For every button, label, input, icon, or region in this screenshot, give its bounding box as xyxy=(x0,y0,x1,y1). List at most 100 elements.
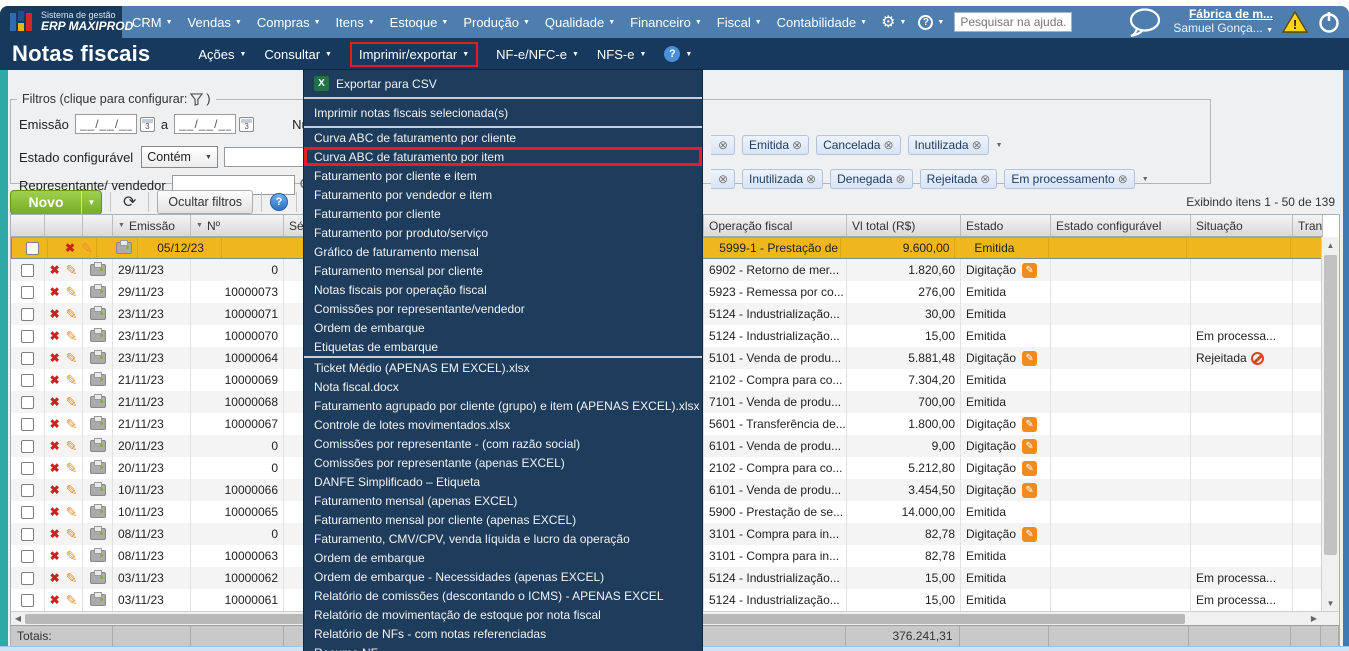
refresh-icon[interactable]: ⟳ xyxy=(119,192,140,212)
row-checkbox[interactable] xyxy=(21,461,34,475)
menu-item[interactable]: Faturamento por cliente xyxy=(304,204,702,223)
edit-icon[interactable]: ✎ xyxy=(66,328,78,345)
chat-bubble-icon[interactable] xyxy=(1126,7,1164,37)
top-nav-item-compras[interactable]: Compras ▼ xyxy=(257,15,321,30)
printer-icon[interactable] xyxy=(115,240,132,254)
filter-chip[interactable]: Inutilizada ⊗ xyxy=(907,135,989,155)
top-nav-item-itens[interactable]: Itens ▼ xyxy=(336,15,375,30)
top-nav-item-fiscal[interactable]: Fiscal ▼ xyxy=(717,15,762,30)
help-menu[interactable]: ? ▼ xyxy=(918,14,944,30)
edit-icon[interactable]: ✎ xyxy=(66,262,78,279)
filters-legend[interactable]: Filtros (clique para configurar: ) xyxy=(17,92,216,106)
delete-icon[interactable]: ✖ xyxy=(50,395,60,409)
delete-icon[interactable]: ✖ xyxy=(50,439,60,453)
page-menu-consultar[interactable]: Consultar ▼ xyxy=(264,47,332,62)
new-button-dropdown[interactable]: ▼ xyxy=(81,190,101,214)
printer-icon[interactable] xyxy=(89,328,106,342)
top-nav-item-contabilidade[interactable]: Contabilidade ▼ xyxy=(777,15,867,30)
warning-icon[interactable]: ! xyxy=(1282,10,1308,34)
filter-chip[interactable]: Emitida ⊗ xyxy=(742,135,810,155)
account-link[interactable]: Fábrica de m... xyxy=(1173,7,1273,22)
menu-item[interactable]: Imprimir notas fiscais selecionada(s) xyxy=(304,99,702,126)
top-nav-item-financeiro[interactable]: Financeiro ▼ xyxy=(630,15,702,30)
top-nav-item-qualidade[interactable]: Qualidade ▼ xyxy=(545,15,615,30)
printer-icon[interactable] xyxy=(89,438,106,452)
delete-icon[interactable]: ✖ xyxy=(50,351,60,365)
scroll-left-icon[interactable]: ◀ xyxy=(11,612,25,625)
menu-item[interactable]: Relatório de NFs - com notas referenciad… xyxy=(304,624,702,643)
menu-item[interactable]: Curva ABC de faturamento por cliente xyxy=(304,128,702,147)
edit-icon[interactable]: ✎ xyxy=(66,350,78,367)
delete-icon[interactable]: ✖ xyxy=(50,417,60,431)
page-menu-imprimir-exportar[interactable]: Imprimir/exportar ▼ xyxy=(349,41,479,67)
row-checkbox[interactable] xyxy=(21,527,34,541)
edit-icon[interactable]: ✎ xyxy=(66,482,78,499)
row-checkbox[interactable] xyxy=(21,263,34,277)
delete-icon[interactable]: ✖ xyxy=(50,571,60,585)
row-checkbox[interactable] xyxy=(25,241,39,255)
vertical-scroll-thumb[interactable] xyxy=(1324,255,1337,555)
top-nav-item-crm[interactable]: CRM ▼ xyxy=(132,15,173,30)
menu-item[interactable]: Ordem de embarque - Necessidades (apenas… xyxy=(304,567,702,586)
printer-icon[interactable] xyxy=(89,372,106,386)
delete-icon[interactable]: ✖ xyxy=(50,527,60,541)
delete-icon[interactable]: ✖ xyxy=(50,329,60,343)
row-checkbox[interactable] xyxy=(21,549,34,563)
menu-item[interactable]: Comissões por representante (apenas EXCE… xyxy=(304,453,702,472)
help-search-input[interactable] xyxy=(954,12,1073,32)
col-header-n-[interactable]: ▼ Nº xyxy=(191,215,284,237)
calendar-icon[interactable] xyxy=(239,116,255,132)
page-menu-nfs-e[interactable]: NFS-e ▼ xyxy=(597,47,647,62)
calendar-icon[interactable] xyxy=(139,116,155,132)
chip-remove-icon[interactable]: ⊗ xyxy=(806,172,816,186)
hide-filters-button[interactable]: Ocultar filtros xyxy=(157,190,254,214)
chip-remove-icon[interactable]: ⊗ xyxy=(883,138,893,152)
delete-icon[interactable]: ✖ xyxy=(50,263,60,277)
delete-icon[interactable]: ✖ xyxy=(50,373,60,387)
edit-icon[interactable]: ✎ xyxy=(66,526,78,543)
printer-icon[interactable] xyxy=(89,548,106,562)
menu-item[interactable]: Relatório de movimentação de estoque por… xyxy=(304,605,702,624)
digitacao-edit-icon[interactable]: ✎ xyxy=(1022,350,1038,366)
delete-icon[interactable]: ✖ xyxy=(50,285,60,299)
edit-icon[interactable]: ✎ xyxy=(66,394,78,411)
digitacao-edit-icon[interactable]: ✎ xyxy=(1022,262,1038,278)
row-checkbox[interactable] xyxy=(21,395,34,409)
menu-item[interactable]: Faturamento agrupado por cliente (grupo)… xyxy=(304,396,702,415)
user-menu[interactable]: Samuel Gonça... ▼ xyxy=(1173,21,1273,36)
col-header-estado[interactable]: Estado xyxy=(961,215,1051,237)
printer-icon[interactable] xyxy=(89,504,106,518)
menu-item[interactable]: Controle de lotes movimentados.xlsx xyxy=(304,415,702,434)
menu-item[interactable]: Ordem de embarque xyxy=(304,318,702,337)
printer-icon[interactable] xyxy=(89,416,106,430)
page-help-menu[interactable]: ? ▼ xyxy=(664,46,692,62)
filter-chip[interactable]: Denegada ⊗ xyxy=(830,169,913,189)
menu-item[interactable]: Comissões por representante - (com razão… xyxy=(304,434,702,453)
settings-menu[interactable]: ⚙ ▼ xyxy=(881,12,906,32)
menu-item[interactable]: Curva ABC de faturamento por item xyxy=(304,147,702,166)
menu-item[interactable]: Notas fiscais por operação fiscal xyxy=(304,280,702,299)
printer-icon[interactable] xyxy=(89,592,106,606)
menu-item[interactable]: Nota fiscal.docx xyxy=(304,377,702,396)
col-header-opera-o-fiscal[interactable]: Operação fiscal xyxy=(704,215,847,237)
top-nav-item-vendas[interactable]: Vendas ▼ xyxy=(188,15,242,30)
menu-item[interactable]: Gráfico de faturamento mensal xyxy=(304,242,702,261)
digitacao-edit-icon[interactable]: ✎ xyxy=(1022,482,1038,498)
filter-chip[interactable]: Rejeitada ⊗ xyxy=(919,169,998,189)
col-header-estado-configur-vel[interactable]: Estado configurável xyxy=(1051,215,1191,237)
menu-item[interactable]: Faturamento mensal por cliente xyxy=(304,261,702,280)
row-checkbox[interactable] xyxy=(21,571,34,585)
delete-icon[interactable]: ✖ xyxy=(50,307,60,321)
scroll-down-icon[interactable]: ▼ xyxy=(1322,595,1339,611)
emissao-from-input[interactable] xyxy=(74,114,137,134)
chevron-down-icon[interactable]: ▼ xyxy=(1142,176,1149,183)
col-header-tran[interactable]: Tran xyxy=(1293,215,1323,237)
printer-icon[interactable] xyxy=(89,284,106,298)
edit-icon[interactable]: ✎ xyxy=(66,416,78,433)
power-icon[interactable] xyxy=(1317,10,1341,34)
row-checkbox[interactable] xyxy=(21,329,34,343)
filter-chip[interactable]: Cancelada ⊗ xyxy=(816,135,901,155)
col-header-emiss-o[interactable]: ▼ Emissão xyxy=(113,215,191,237)
top-nav-item-estoque[interactable]: Estoque ▼ xyxy=(390,15,449,30)
row-checkbox[interactable] xyxy=(21,483,34,497)
